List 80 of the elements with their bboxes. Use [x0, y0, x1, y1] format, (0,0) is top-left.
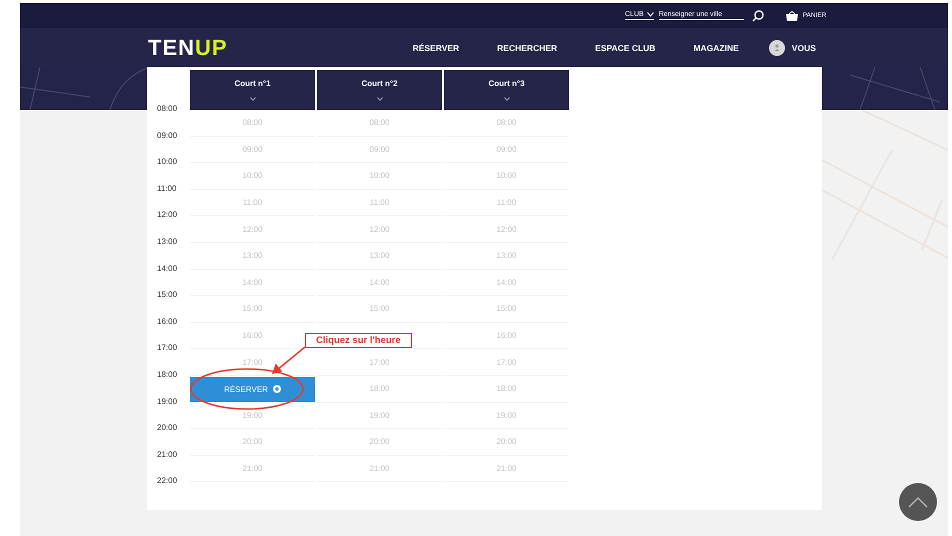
chevron-icon: [376, 97, 382, 101]
time-slot[interactable]: 11:00: [242, 198, 262, 208]
hour-label: 08:00: [156, 103, 178, 115]
time-slot[interactable]: 12:00: [496, 224, 517, 234]
reserve-button[interactable]: RÉSERVER: [190, 376, 315, 402]
nav-link[interactable]: MAGAZINE: [693, 42, 739, 52]
time-slot[interactable]: 14:00: [369, 278, 390, 287]
time-slot[interactable]: 08:00: [369, 118, 390, 128]
hour-label: 18:00: [156, 368, 178, 381]
hour-label: 14:00: [156, 262, 178, 275]
annotation-label: Cliquez sur l'heure: [305, 333, 412, 348]
court-name: Court n°2: [361, 79, 398, 88]
hour-label: 11:00: [156, 182, 178, 195]
time-slot[interactable]: 15:00: [369, 304, 390, 314]
time-slot[interactable]: 13:00: [242, 251, 263, 260]
time-slot[interactable]: 20:00: [496, 437, 517, 446]
court-header[interactable]: Court n°3: [444, 70, 569, 110]
annotation-arrow: [271, 345, 307, 375]
time-slot[interactable]: 19:00: [496, 410, 517, 420]
time-slot[interactable]: 11:00: [370, 198, 390, 208]
time-slot[interactable]: 21:00: [242, 464, 263, 474]
hour-label: 12:00: [156, 209, 178, 222]
court-name: Court n°1: [234, 79, 271, 88]
time-slot[interactable]: 21:00: [369, 464, 390, 474]
time-slot[interactable]: 13:00: [369, 251, 390, 260]
hour-label: 17:00: [156, 342, 178, 354]
hour-label: 22:00: [156, 475, 178, 488]
avatar-icon[interactable]: [768, 40, 785, 56]
time-slot[interactable]: 10:00: [369, 171, 390, 180]
court-name: Court n°3: [488, 79, 525, 88]
hour-label: 16:00: [156, 316, 178, 328]
time-slot[interactable]: 08:00: [242, 118, 263, 128]
nav-link[interactable]: RÉSERVER: [412, 42, 460, 52]
basket-icon[interactable]: [786, 10, 798, 20]
time-slot[interactable]: 19:00: [242, 410, 263, 420]
time-slot[interactable]: 13:00: [496, 251, 517, 260]
caret-icon: [646, 12, 654, 17]
time-slot[interactable]: 09:00: [369, 144, 390, 154]
court-header[interactable]: Court n°1: [190, 70, 315, 110]
time-slot[interactable]: 20:00: [242, 437, 263, 446]
time-slot[interactable]: 17:00: [369, 358, 390, 367]
time-slot[interactable]: 15:00: [496, 304, 517, 314]
chevron-up-icon: [908, 496, 928, 508]
hour-label: 19:00: [156, 396, 178, 408]
time-slot[interactable]: 16:00: [496, 331, 517, 340]
time-slot[interactable]: 10:00: [242, 171, 263, 180]
hour-label: 20:00: [156, 422, 178, 434]
hour-label: 21:00: [156, 448, 178, 461]
time-slot[interactable]: 17:00: [496, 358, 517, 367]
hour-label: 13:00: [156, 236, 178, 248]
nav-link[interactable]: ESPACE CLUB: [595, 42, 656, 52]
tenup-logo[interactable]: TENUP: [148, 34, 228, 60]
time-slot[interactable]: 14:00: [242, 278, 263, 287]
account-link[interactable]: VOUS: [792, 42, 816, 52]
hour-label: 10:00: [156, 156, 178, 168]
time-slot[interactable]: 21:00: [496, 464, 517, 474]
time-slot[interactable]: 18:00: [496, 384, 517, 394]
court-header[interactable]: Court n°2: [317, 70, 442, 110]
time-slot[interactable]: 17:00: [242, 358, 263, 367]
nav-link[interactable]: RECHERCHER: [497, 42, 558, 52]
time-slot[interactable]: 08:00: [496, 118, 517, 128]
time-slot[interactable]: 09:00: [496, 144, 517, 154]
time-slot[interactable]: 19:00: [369, 410, 390, 420]
search-icon[interactable]: [752, 10, 764, 22]
time-slot[interactable]: 14:00: [496, 278, 517, 287]
time-slot[interactable]: 12:00: [369, 224, 390, 234]
time-slot[interactable]: 20:00: [369, 437, 390, 446]
plus-icon: [272, 385, 281, 394]
hour-label: 15:00: [156, 289, 178, 302]
hour-label: 09:00: [156, 130, 178, 142]
chevron-icon: [504, 97, 510, 101]
scroll-top-button[interactable]: [899, 483, 937, 521]
time-slot[interactable]: 18:00: [369, 384, 390, 394]
time-slot[interactable]: 09:00: [242, 144, 263, 154]
time-slot[interactable]: 11:00: [496, 198, 516, 208]
time-slot[interactable]: 10:00: [496, 171, 517, 180]
time-slot[interactable]: 15:00: [242, 304, 263, 314]
time-slot[interactable]: 16:00: [242, 331, 263, 340]
chevron-icon: [250, 97, 256, 101]
time-slot[interactable]: 12:00: [242, 224, 263, 234]
